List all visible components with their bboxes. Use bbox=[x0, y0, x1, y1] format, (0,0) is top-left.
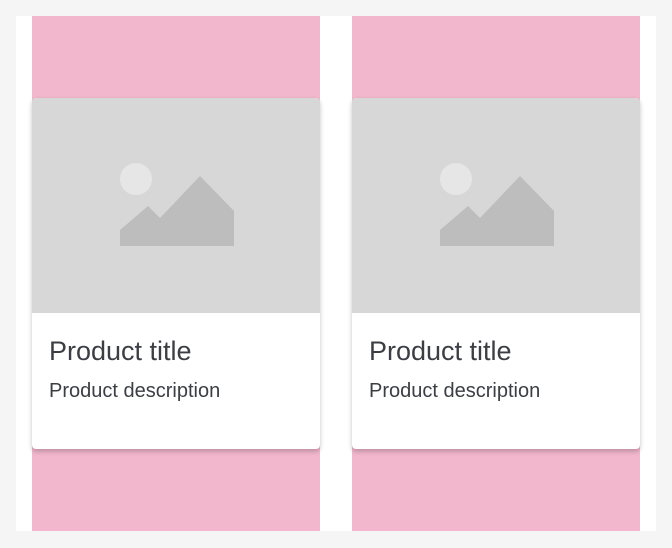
product-description: Product description bbox=[49, 380, 221, 402]
product-column: Product title Product description bbox=[352, 16, 640, 531]
product-description: Product description bbox=[369, 380, 541, 402]
product-card[interactable]: Product title Product description bbox=[352, 98, 640, 449]
product-image bbox=[352, 98, 640, 313]
image-placeholder-icon bbox=[120, 163, 234, 246]
product-card[interactable]: Product title Product description bbox=[32, 98, 320, 449]
product-image bbox=[32, 98, 320, 313]
product-grid: Product title Product description Produc… bbox=[16, 16, 656, 531]
image-placeholder-icon bbox=[440, 163, 554, 246]
product-column: Product title Product description bbox=[32, 16, 320, 531]
product-title: Product title bbox=[369, 336, 512, 366]
product-title: Product title bbox=[49, 336, 192, 366]
